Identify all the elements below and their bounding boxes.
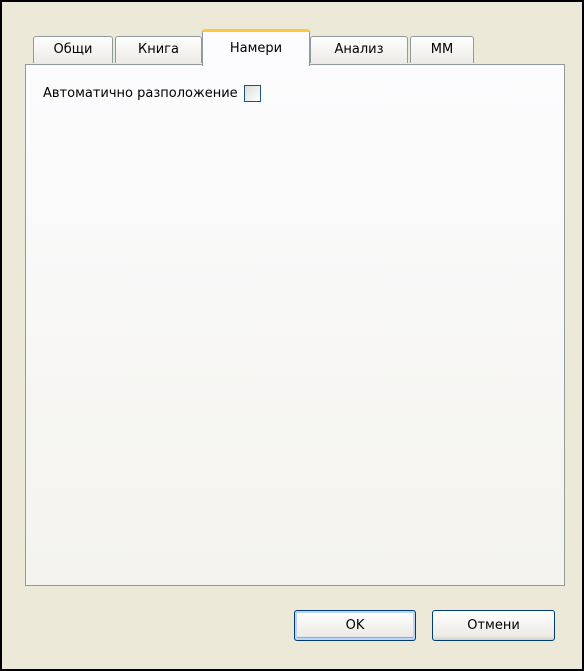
options-dialog: Общи Книга Намери Анализ MM Автоматично …: [0, 0, 584, 671]
auto-layout-checkbox[interactable]: [243, 85, 261, 102]
tab-find[interactable]: Намери: [202, 29, 310, 66]
cancel-button[interactable]: Отмени: [432, 610, 555, 641]
tab-analysis[interactable]: Анализ: [310, 36, 408, 63]
tab-general[interactable]: Общи: [33, 36, 113, 63]
tab-book[interactable]: Книга: [115, 36, 202, 63]
auto-layout-label: Автоматично разположение: [43, 86, 238, 101]
tab-panel-find: Автоматично разположение: [25, 64, 565, 586]
ok-button[interactable]: OK: [294, 610, 416, 641]
auto-layout-option: Автоматично разположение: [43, 85, 261, 102]
tab-mm[interactable]: MM: [410, 36, 474, 63]
